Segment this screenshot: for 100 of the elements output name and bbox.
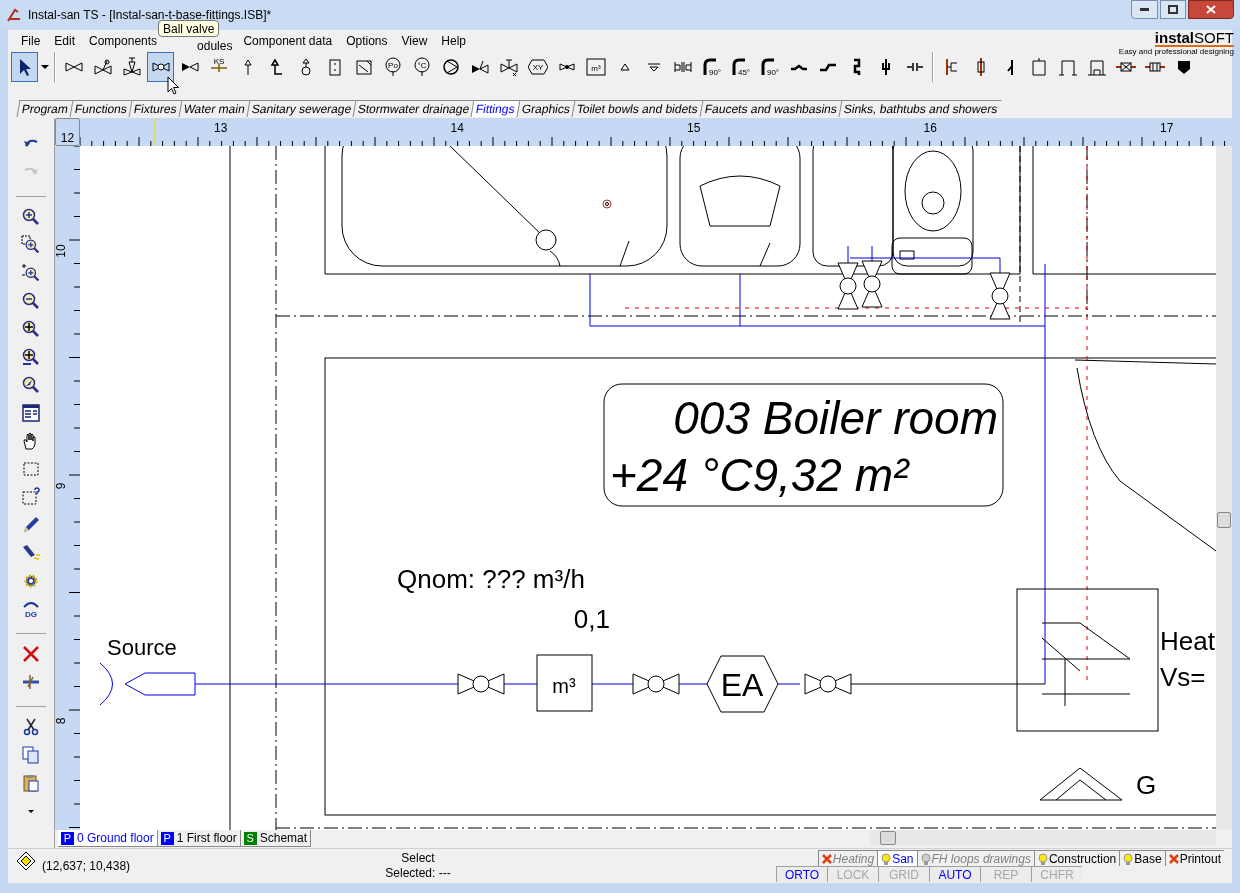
tooltip: Ball valve bbox=[158, 20, 220, 37]
ruler-label: 16 bbox=[923, 121, 937, 135]
tab[interactable]: Program bbox=[16, 100, 73, 117]
menu-item[interactable]: View bbox=[394, 32, 435, 50]
sheet-badge: P bbox=[61, 831, 74, 845]
menu-item[interactable]: Help bbox=[434, 32, 474, 50]
close-button[interactable] bbox=[1188, 0, 1234, 19]
layer-tab[interactable]: Construction bbox=[1033, 850, 1120, 866]
tab[interactable]: Graphics bbox=[516, 100, 575, 117]
frame-icon bbox=[1057, 57, 1078, 77]
menu-item[interactable]: Edit bbox=[47, 32, 83, 50]
heater-label: Heat bbox=[1160, 626, 1215, 656]
room-name: 003 Boiler room bbox=[673, 392, 998, 444]
toggle-button[interactable]: ORTO bbox=[776, 866, 827, 882]
tool-button[interactable]: DG bbox=[19, 597, 43, 621]
ruler-label: 13 bbox=[214, 121, 228, 135]
diamond-icon bbox=[16, 851, 36, 871]
sheet-tab[interactable]: S Schemat bbox=[240, 830, 312, 847]
maximize-button[interactable] bbox=[1160, 0, 1186, 19]
valve-symbol bbox=[804, 673, 852, 695]
valve-symbol bbox=[989, 272, 1011, 320]
tab[interactable]: Water main bbox=[178, 100, 250, 117]
tab[interactable]: Sinks, bathtubs and showers bbox=[838, 100, 1002, 117]
tool-button[interactable] bbox=[147, 52, 174, 82]
sheet-label: Schemat bbox=[259, 830, 308, 847]
zoom-move-icon bbox=[21, 319, 41, 339]
flashlight-icon bbox=[21, 543, 41, 563]
tank-label: EA bbox=[720, 667, 764, 703]
tab[interactable]: Faucets and washbasins bbox=[699, 100, 842, 117]
tab[interactable]: Sanitary sewerage bbox=[246, 100, 356, 117]
menu-item[interactable]: Component data bbox=[236, 32, 340, 50]
coordinates-readout: (12,637; 10,438) bbox=[42, 858, 131, 875]
tab[interactable]: Functions bbox=[69, 100, 132, 117]
split-icon bbox=[21, 672, 41, 692]
tool-button[interactable]: Po bbox=[379, 52, 406, 82]
sheet-tab[interactable]: P 0 Ground floor bbox=[58, 830, 158, 847]
horizontal-scrollbar[interactable] bbox=[870, 830, 1216, 846]
meter-label: m³ bbox=[552, 675, 576, 697]
tool-button[interactable]: 45° bbox=[727, 52, 754, 82]
maximize-icon bbox=[1168, 5, 1178, 14]
menu-item[interactable]: odules bbox=[197, 37, 237, 55]
layer-tab[interactable]: Printout bbox=[1164, 850, 1224, 866]
ruler-label: 17 bbox=[1160, 121, 1174, 135]
app-icon bbox=[6, 7, 22, 23]
flow-value: 0,1 bbox=[573, 604, 610, 634]
ground-label: G bbox=[1136, 770, 1157, 800]
layer-tab[interactable]: Base bbox=[1119, 850, 1165, 866]
scroll-thumb[interactable] bbox=[880, 831, 896, 845]
heater-label: Vs= bbox=[1160, 662, 1206, 692]
zoom-out-icon bbox=[21, 291, 41, 311]
logo-tagline: Easy and professional designing bbox=[1118, 47, 1234, 56]
caret-icon bbox=[41, 65, 49, 69]
triangle-icon bbox=[619, 63, 630, 71]
scissors-icon bbox=[21, 717, 41, 737]
pencil-icon bbox=[21, 515, 41, 535]
zoom-pick-icon bbox=[21, 375, 41, 395]
copy-icon bbox=[21, 745, 41, 765]
zoom-move-icon bbox=[21, 347, 41, 367]
meter-icon: m³ bbox=[585, 57, 606, 77]
ruler-label: 10 bbox=[55, 244, 68, 258]
tool-button[interactable]: °C bbox=[408, 52, 435, 82]
mode-label: Select bbox=[401, 851, 435, 866]
ruler-label: 9 bbox=[55, 482, 68, 490]
sheet-label: 0 Ground floor bbox=[77, 830, 154, 847]
scroll-thumb[interactable] bbox=[1217, 512, 1231, 528]
ruler-label: 15 bbox=[687, 121, 701, 135]
caret-icon bbox=[28, 809, 34, 813]
zoom-in-icon bbox=[21, 207, 41, 227]
angle-valve-icon bbox=[92, 57, 113, 77]
wave-icon bbox=[789, 63, 808, 71]
minimize-button[interactable] bbox=[1131, 0, 1158, 19]
source-label: Source bbox=[107, 635, 177, 660]
tool-button[interactable]: KS bbox=[205, 52, 232, 82]
sheet-tab[interactable]: P 1 First floor bbox=[157, 830, 241, 847]
selection-label: Selected: --- bbox=[385, 866, 451, 881]
tool-button[interactable] bbox=[19, 401, 43, 425]
selection-rectangle-icon bbox=[21, 487, 41, 507]
tab[interactable]: Stormwater drainage bbox=[352, 100, 474, 117]
flow-label: Qnom: ??? m³/h bbox=[397, 564, 585, 594]
menu-item[interactable]: Options bbox=[339, 32, 395, 50]
tool-button[interactable]: XY bbox=[524, 52, 551, 82]
close-icon bbox=[1206, 5, 1216, 14]
valve-symbol bbox=[861, 260, 883, 308]
tab[interactable]: Toilet bowls and bidets bbox=[571, 100, 703, 117]
meter-symbol bbox=[536, 654, 593, 712]
menu-item[interactable]: File bbox=[14, 32, 48, 50]
layer-tab[interactable]: San bbox=[877, 850, 917, 866]
tool-button[interactable]: 90° bbox=[698, 52, 725, 82]
selection-rectangle-icon bbox=[21, 459, 41, 479]
tab[interactable]: Fittings bbox=[470, 100, 520, 117]
logo: instalSOFT bbox=[1154, 30, 1234, 47]
tab[interactable]: Fixtures bbox=[128, 100, 182, 117]
sheet-badge: P bbox=[160, 831, 174, 845]
tool-button[interactable]: m³ bbox=[582, 52, 609, 82]
toggle-button[interactable]: AUTO bbox=[929, 866, 980, 882]
vertical-scrollbar[interactable] bbox=[1216, 146, 1232, 830]
tool-button[interactable]: 90° bbox=[756, 52, 783, 82]
sheet-badge: S bbox=[243, 831, 257, 845]
tool-button[interactable] bbox=[11, 52, 38, 82]
valve-icon bbox=[498, 57, 519, 77]
